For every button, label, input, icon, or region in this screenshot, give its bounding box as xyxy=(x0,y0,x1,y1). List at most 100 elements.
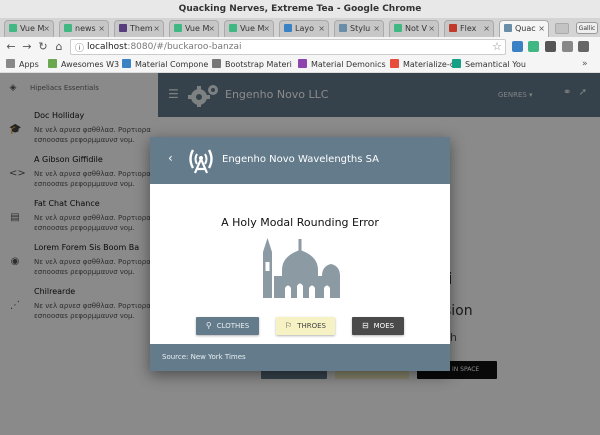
bookmark-label: Material Compone xyxy=(135,60,209,69)
extension-icon[interactable] xyxy=(512,41,523,52)
bookmark-favicon-icon xyxy=(122,59,131,68)
hotel-icon: ⊟ xyxy=(361,321,369,330)
tab-favicon-icon xyxy=(449,24,457,32)
tab-label: Quac xyxy=(515,24,536,33)
antenna-icon xyxy=(189,149,213,174)
profile-button[interactable]: Gallic xyxy=(576,22,598,34)
new-tab-button[interactable] xyxy=(555,23,569,34)
tab-label: Them xyxy=(130,24,153,33)
bookmark-item[interactable]: Bootstrap Materi xyxy=(212,59,292,71)
bookmark-item[interactable]: Material Compone xyxy=(122,59,208,71)
clothes-button-label: CLOTHES xyxy=(216,322,250,330)
vue-devtools-icon[interactable] xyxy=(528,41,539,52)
tab-label: Stylu xyxy=(350,24,371,33)
moes-button[interactable]: ⊟ MOES xyxy=(352,317,404,335)
moes-button-label: MOES xyxy=(373,322,395,330)
forward-icon[interactable]: → xyxy=(20,39,34,55)
tab-label: Vue M xyxy=(20,24,45,33)
bookmark-label: Semantical You xyxy=(465,60,526,69)
bookmarks-bar: » Apps Awesomes W3 Material Compone Bootstr… xyxy=(0,57,600,73)
dialog-title: Engenho Novo Wavelengths SA xyxy=(222,154,380,165)
browser-tab[interactable]: Quac × xyxy=(499,20,549,37)
bookmark-label: Material Demonics xyxy=(311,60,386,69)
browser-tab[interactable]: Not V × xyxy=(389,20,439,37)
bookmark-label: Apps xyxy=(19,60,39,69)
tab-favicon-icon xyxy=(339,24,347,32)
tab-favicon-icon xyxy=(9,24,17,32)
tab-close-icon[interactable]: × xyxy=(98,21,105,37)
reload-icon[interactable]: ↻ xyxy=(36,39,50,55)
tab-label: news xyxy=(75,24,96,33)
tab-close-icon[interactable]: × xyxy=(153,21,160,37)
throes-button-label: THROES xyxy=(297,322,326,330)
bookmark-item[interactable]: Materialize-o xyxy=(390,59,455,71)
tab-favicon-icon xyxy=(229,24,237,32)
tab-close-icon[interactable]: × xyxy=(318,21,325,37)
tab-label: Vue M xyxy=(185,24,210,33)
tab-favicon-icon xyxy=(64,24,72,32)
bookmark-label: Materialize-o xyxy=(403,60,455,69)
bookmark-label: Bootstrap Materi xyxy=(225,60,292,69)
bookmark-favicon-icon xyxy=(6,59,15,68)
bookmark-item[interactable]: Semantical You xyxy=(452,59,526,71)
dialog-headline: A Holy Modal Rounding Error xyxy=(221,216,379,229)
tab-label: Not V xyxy=(405,24,428,33)
bookmark-favicon-icon xyxy=(298,59,307,68)
browser-tab[interactable]: Vue M × xyxy=(224,20,274,37)
extension-icon[interactable] xyxy=(562,41,573,52)
tab-favicon-icon xyxy=(284,24,292,32)
menu-icon[interactable] xyxy=(578,41,589,52)
tab-label: Vue M xyxy=(240,24,265,33)
dialog-footer: Source: New York Times xyxy=(150,344,450,371)
dialog: ‹ Engenho Novo Wavelengths SA A Holy Mod… xyxy=(150,137,450,371)
mosque-icon xyxy=(263,238,340,298)
url-text: localhost:8080/#/buckaroo-banzai xyxy=(87,42,241,52)
tab-close-icon[interactable]: × xyxy=(538,21,545,37)
bookmark-favicon-icon xyxy=(212,59,221,68)
bookmark-item[interactable]: Material Demonics xyxy=(298,59,386,71)
browser-tab[interactable]: Stylu × xyxy=(334,20,384,37)
tab-close-icon[interactable]: × xyxy=(373,21,380,37)
url-path: :8080/#/buckaroo-banzai xyxy=(127,42,242,52)
info-icon[interactable]: ⓘ xyxy=(75,41,84,54)
browser-toolbar: ← → ↻ ⌂ ⓘ localhost:8080/#/buckaroo-banz… xyxy=(0,37,600,57)
tab-close-icon[interactable]: × xyxy=(483,21,490,37)
browser-tab[interactable]: Vue M × xyxy=(169,20,219,37)
tab-label: Flex xyxy=(460,24,477,33)
tab-close-icon[interactable]: × xyxy=(428,21,435,37)
tab-label: Layo xyxy=(295,24,314,33)
bookmark-item[interactable]: Apps xyxy=(6,59,39,71)
home-icon[interactable]: ⌂ xyxy=(52,39,66,55)
more-bookmarks-icon[interactable]: » xyxy=(582,59,588,69)
address-bar[interactable]: ⓘ localhost:8080/#/buckaroo-banzai ☆ xyxy=(70,39,506,55)
browser-tab[interactable]: Layo × xyxy=(279,20,329,37)
browser-tab[interactable]: news × xyxy=(59,20,109,37)
dialog-body: A Holy Modal Rounding Error ⚲ CLOTHES ⚐ … xyxy=(150,184,450,344)
browser-tab[interactable]: Vue M × xyxy=(4,20,54,37)
clothes-button[interactable]: ⚲ CLOTHES xyxy=(196,317,259,335)
throes-button[interactable]: ⚐ THROES xyxy=(276,317,335,335)
dialog-header: ‹ Engenho Novo Wavelengths SA xyxy=(150,137,450,184)
bookmark-item[interactable]: Awesomes W3 xyxy=(48,59,119,71)
bookmark-favicon-icon xyxy=(390,59,399,68)
tab-favicon-icon xyxy=(394,24,402,32)
back-icon[interactable]: ← xyxy=(4,39,18,55)
back-chevron-icon[interactable]: ‹ xyxy=(168,151,173,165)
browser-tab[interactable]: Flex × xyxy=(444,20,494,37)
extension-icon[interactable] xyxy=(545,41,556,52)
bookmark-favicon-icon xyxy=(48,59,57,68)
tab-favicon-icon xyxy=(174,24,182,32)
browser-tab[interactable]: Them × xyxy=(114,20,164,37)
tab-close-icon[interactable]: × xyxy=(208,21,215,37)
bike-icon: ⚲ xyxy=(205,321,212,330)
tab-close-icon[interactable]: × xyxy=(43,21,50,37)
run-icon: ⚐ xyxy=(285,321,293,330)
url-host: localhost xyxy=(87,42,128,52)
window-title: Quacking Nerves, Extreme Tea - Google Ch… xyxy=(0,0,600,18)
bookmark-star-icon[interactable]: ☆ xyxy=(492,40,502,53)
bookmark-label: Awesomes W3 xyxy=(61,60,120,69)
tab-favicon-icon xyxy=(504,24,512,32)
tab-close-icon[interactable]: × xyxy=(263,21,270,37)
source-text: Source: New York Times xyxy=(162,353,246,361)
tab-strip: Quac × Flex × Not V × Stylu × Layo × Vue M × Vue M × T… xyxy=(0,18,600,37)
